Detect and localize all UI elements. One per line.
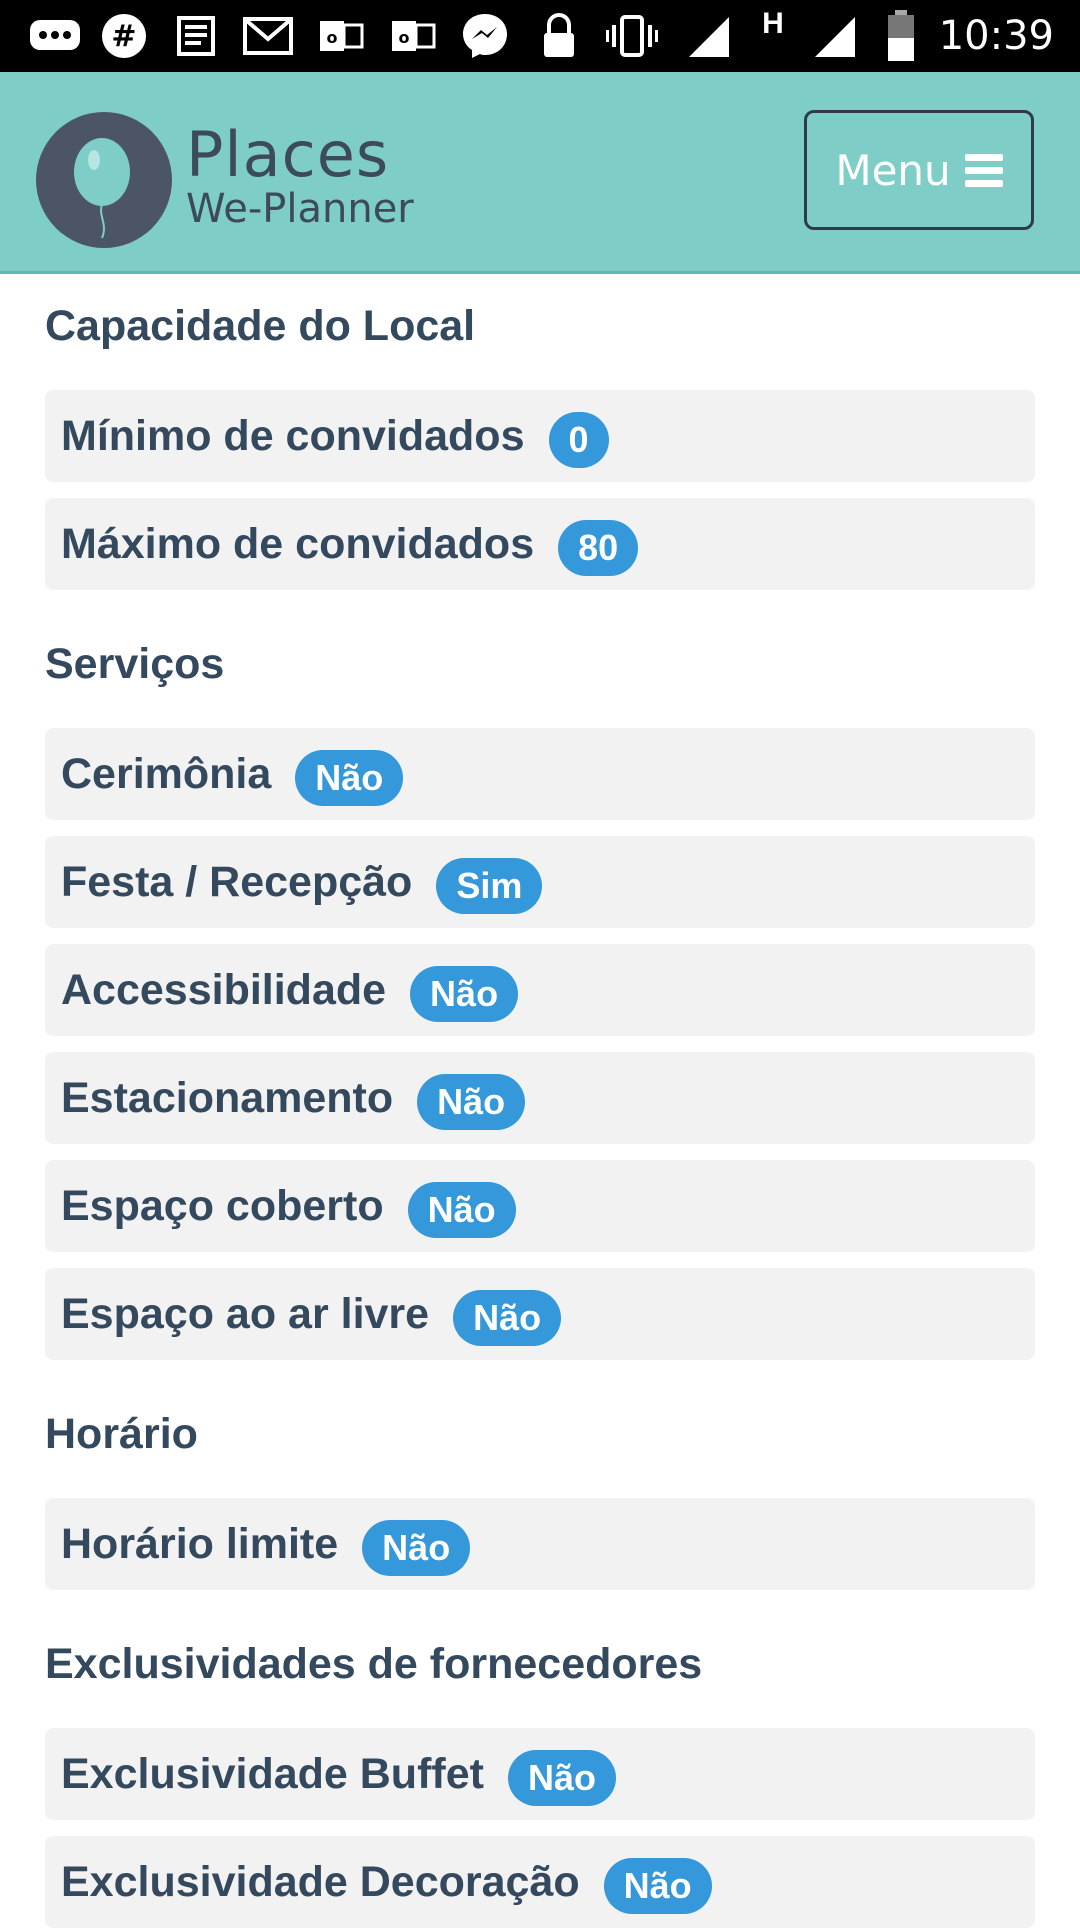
value-badge: Não <box>295 750 404 806</box>
item-label: Mínimo de convidados <box>61 411 525 460</box>
lock-icon <box>536 10 582 62</box>
value-badge: Sim <box>436 858 543 914</box>
value-badge: Não <box>407 1182 516 1238</box>
list-item: Festa / Recepção Sim <box>45 836 1035 928</box>
outlook-icon: o <box>316 10 366 62</box>
venue-details: Capacidade do Local Mínimo de convidados… <box>45 274 1035 1928</box>
item-label: Espaço coberto <box>61 1181 384 1230</box>
value-badge: Não <box>453 1290 562 1346</box>
item-label: Exclusividade Decoração <box>61 1857 580 1906</box>
item-label: Accessibilidade <box>61 965 387 1014</box>
list-item: Espaço ao ar livre Não <box>45 1268 1035 1360</box>
section-title: Horário <box>45 1410 198 1458</box>
item-label: Cerimônia <box>61 749 272 798</box>
value-badge: Não <box>603 1858 712 1914</box>
section-title: Exclusividades de fornecedores <box>45 1640 703 1688</box>
menu-label: Menu <box>835 145 951 195</box>
section-servicos: Serviços Cerimônia Não Festa / Recepção … <box>45 636 1035 1360</box>
list-item: Máximo de convidados 80 <box>45 498 1035 590</box>
battery-icon <box>884 10 918 62</box>
gmail-icon <box>240 10 296 62</box>
menu-button[interactable]: Menu <box>804 110 1034 230</box>
item-label: Exclusividade Buffet <box>61 1749 484 1798</box>
signal-icon <box>684 10 732 62</box>
brand-subtitle: We-Planner <box>186 186 414 232</box>
outlook-icon: o <box>388 10 438 62</box>
value-badge: Não <box>417 1074 526 1130</box>
status-bar: # o o H 10:39 <box>0 0 1080 72</box>
section-title: Serviços <box>45 640 225 688</box>
messenger-icon <box>458 10 512 62</box>
item-label: Festa / Recepção <box>61 857 413 906</box>
svg-text:o: o <box>327 28 338 47</box>
vibrate-icon <box>604 10 660 62</box>
list-item: Exclusividade Decoração Não <box>45 1836 1035 1928</box>
clock: 10:39 <box>938 13 1054 59</box>
chat-bubble-icon <box>24 10 86 62</box>
list-item: Estacionamento Não <box>45 1052 1035 1144</box>
value-badge: 0 <box>548 412 609 468</box>
svg-text:#: # <box>111 19 136 54</box>
list-item: Cerimônia Não <box>45 728 1035 820</box>
section-horario: Horário Horário limite Não <box>45 1406 1035 1590</box>
brand-title: Places <box>186 118 390 191</box>
signal-icon <box>810 10 858 62</box>
section-capacidade: Capacidade do Local Mínimo de convidados… <box>45 298 1035 590</box>
hamburger-icon <box>964 153 1003 187</box>
list-item: Accessibilidade Não <box>45 944 1035 1036</box>
list-item: Mínimo de convidados 0 <box>45 390 1035 482</box>
slack-icon: # <box>98 10 150 62</box>
balloon-logo-icon[interactable] <box>36 112 172 248</box>
section-exclusividades: Exclusividades de fornecedores Exclusivi… <box>45 1636 1035 1928</box>
item-label: Espaço ao ar livre <box>61 1289 430 1338</box>
value-badge: 80 <box>558 520 639 576</box>
value-badge: Não <box>410 966 519 1022</box>
list-item: Horário limite Não <box>45 1498 1035 1590</box>
list-item: Espaço coberto Não <box>45 1160 1035 1252</box>
item-label: Horário limite <box>61 1519 339 1568</box>
site-header: Places We-Planner Menu <box>0 72 1080 274</box>
item-label: Máximo de convidados <box>61 519 535 568</box>
news-icon <box>170 10 220 62</box>
section-title: Capacidade do Local <box>45 302 476 350</box>
value-badge: Não <box>362 1520 471 1576</box>
item-label: Estacionamento <box>61 1073 394 1122</box>
svg-text:o: o <box>399 28 410 47</box>
list-item: Exclusividade Buffet Não <box>45 1728 1035 1820</box>
h-network-icon: H <box>762 7 784 40</box>
value-badge: Não <box>507 1750 616 1806</box>
